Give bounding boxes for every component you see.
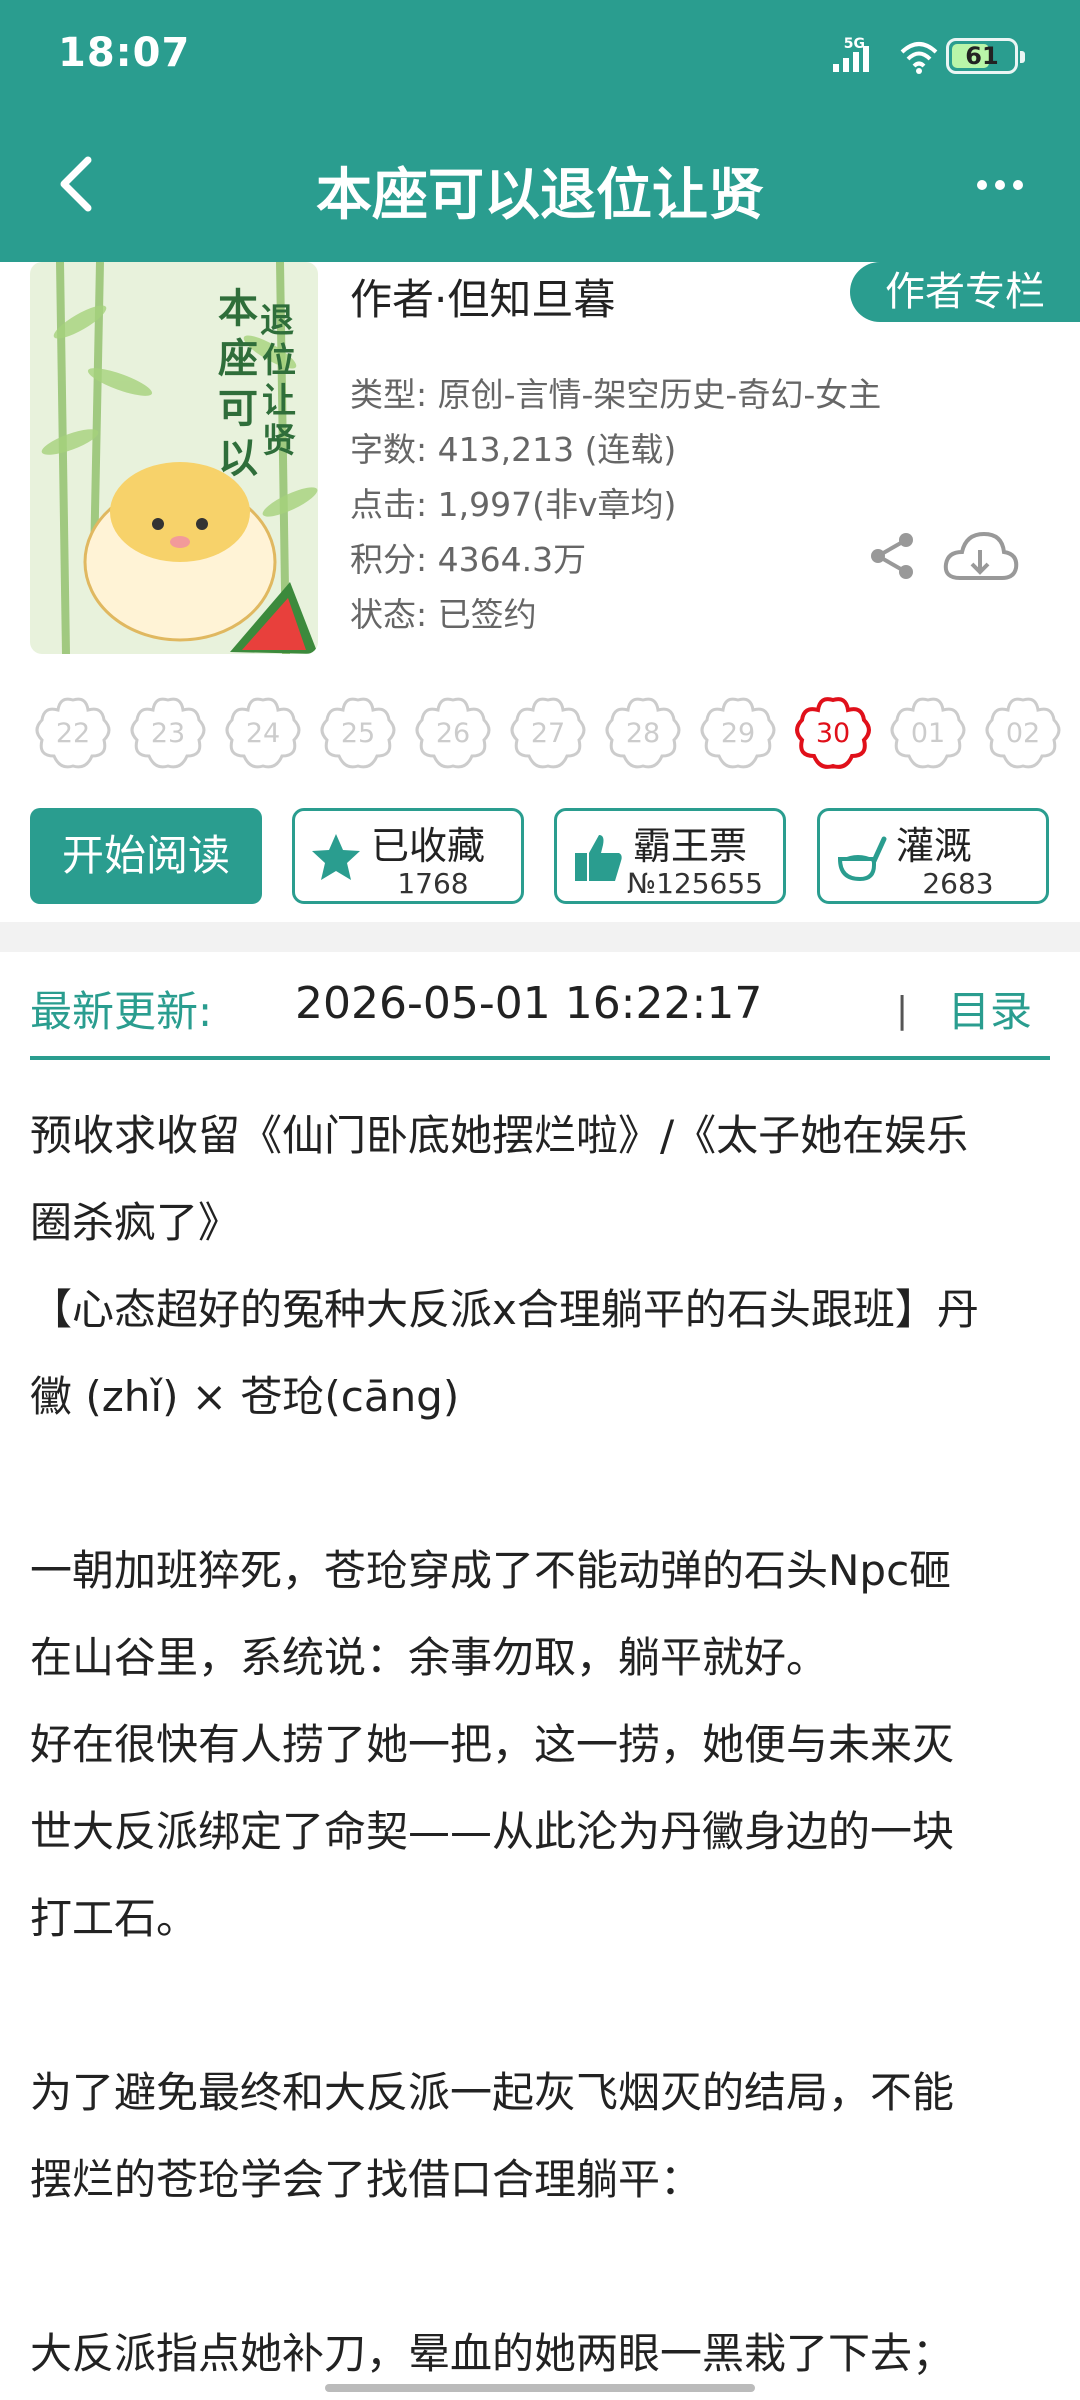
day-label: 25 <box>340 718 376 749</box>
meta-status: 状态: 已签约 <box>350 588 537 636</box>
share-icon[interactable] <box>868 530 916 582</box>
description-line: 预收求收留《仙门卧底她摆烂啦》/《太子她在娱乐 <box>30 1111 969 1160</box>
day-label: 22 <box>55 718 91 749</box>
description-blank <box>30 1440 1050 1527</box>
home-indicator[interactable] <box>325 2384 755 2392</box>
cover-title-char: 可 <box>218 385 258 432</box>
meta-word-count: 字数: 413,213 (连载) <box>350 423 676 471</box>
collect-label: 已收藏 <box>371 824 486 868</box>
signal-icon <box>833 46 869 72</box>
ticket-count: №125655 <box>626 867 763 900</box>
day-badge[interactable]: 02 <box>984 694 1062 774</box>
meta-value: 原创-言情-架空历史-奇幻-女主 <box>437 375 882 414</box>
cover-title-char: 座 <box>218 335 258 382</box>
more-button[interactable] <box>960 160 1040 210</box>
collect-count: 1768 <box>397 867 469 900</box>
meta-key: 点击: <box>350 485 438 524</box>
meta-value: 已签约 <box>437 595 537 634</box>
meta-clicks: 点击: 1,997(非v章均) <box>350 478 676 526</box>
section-divider <box>0 922 1080 952</box>
day-label: 24 <box>245 718 281 749</box>
start-reading-button[interactable]: 开始阅读 <box>30 808 262 904</box>
update-divider: | <box>896 990 909 1031</box>
update-underline <box>30 1056 1050 1060</box>
battery-text: 61 <box>965 42 999 70</box>
page-title: 本座可以退位让贤 <box>316 163 764 228</box>
collect-button[interactable]: 已收藏 1768 <box>292 808 524 904</box>
latest-update-label: 最新更新: <box>30 987 213 1036</box>
day-label: 23 <box>150 718 186 749</box>
author-name[interactable]: 作者·但知旦暮 <box>350 266 615 327</box>
cover-title-char: 以 <box>218 435 258 482</box>
author-column-button[interactable]: 作者专栏 <box>850 262 1080 322</box>
meta-value: 413,213 (连载) <box>437 430 677 469</box>
description-line: 黴 (zhǐ) × 苍玱(cāng) <box>30 1372 460 1421</box>
day-label: 26 <box>435 718 471 749</box>
day-badge[interactable]: 01 <box>889 694 967 774</box>
book-cover-image[interactable]: 本 退 座 位 可 让 以 贤 <box>30 262 318 654</box>
day-badge[interactable]: 24 <box>224 694 302 774</box>
more-dot <box>995 180 1005 190</box>
description-line: 好在很快有人捞了她一把，这一捞，她便与未来灭 <box>30 1720 955 1769</box>
meta-key: 类型: <box>350 375 438 414</box>
day-badge[interactable]: 28 <box>604 694 682 774</box>
day-badge[interactable]: 23 <box>129 694 207 774</box>
description-line: 为了避免最终和大反派一起灰飞烟灭的结局，不能 <box>30 2068 955 2117</box>
day-badge[interactable]: 22 <box>34 694 112 774</box>
table-of-contents-button[interactable]: 目录 <box>948 978 1032 1039</box>
cover-title-char: 退 <box>260 301 294 341</box>
day-badge[interactable]: 29 <box>699 694 777 774</box>
ticket-button[interactable]: 霸王票 №125655 <box>554 808 786 904</box>
battery-tip <box>1020 51 1025 63</box>
meta-key: 积分: <box>350 540 438 579</box>
cover-title-char: 贤 <box>262 421 296 461</box>
description-line: 摆烂的苍玱学会了找借口合理躺平： <box>30 2155 703 2204</box>
cloud-download-icon[interactable] <box>940 528 1020 588</box>
description-line: 在山谷里，系统说：余事勿取，躺平就好。 <box>30 1633 829 1682</box>
water-count: 2683 <box>922 867 994 900</box>
day-badge[interactable]: 27 <box>509 694 587 774</box>
day-label: 28 <box>625 718 661 749</box>
app-header: 18:07 5G 61 本座可以退位让贤 <box>0 0 1080 262</box>
day-selector: 22 23 24 25 26 27 28 29 30 01 02 <box>34 694 1080 774</box>
status-time: 18:07 <box>58 30 191 76</box>
description-line: 一朝加班猝死，苍玱穿成了不能动弹的石头Npc砸 <box>30 1546 952 1595</box>
latest-update-date[interactable]: 2026-05-01 16:22:17 <box>295 978 762 1029</box>
more-dot <box>977 180 987 190</box>
description-line: 【心态超好的冤种大反派x合理躺平的石头跟班】丹 <box>30 1285 979 1334</box>
day-badge-active[interactable]: 30 <box>794 694 872 774</box>
more-dot <box>1013 180 1023 190</box>
meta-key: 状态: <box>350 595 438 634</box>
status-bar: 18:07 5G 61 <box>0 0 1080 116</box>
day-label: 30 <box>815 718 851 749</box>
ticket-label: 霸王票 <box>633 824 748 868</box>
day-badge[interactable]: 26 <box>414 694 492 774</box>
meta-score: 积分: 4364.3万 <box>350 533 586 581</box>
description-line: 打工石。 <box>30 1894 199 1943</box>
meta-key: 字数: <box>350 430 438 469</box>
water-label: 灌溉 <box>896 824 973 868</box>
description-blank <box>30 2223 1050 2310</box>
day-label: 02 <box>1005 718 1041 749</box>
description-line: 圈杀疯了》 <box>30 1198 241 1247</box>
meta-value: 4364.3万 <box>437 540 587 579</box>
wifi-icon <box>900 42 938 74</box>
day-label: 29 <box>720 718 756 749</box>
water-button[interactable]: 灌溉 2683 <box>817 808 1049 904</box>
day-label: 27 <box>530 718 566 749</box>
day-badge[interactable]: 25 <box>319 694 397 774</box>
description-blank <box>30 1962 1050 2049</box>
book-description: 预收求收留《仙门卧底她摆烂啦》/《太子她在娱乐 圈杀疯了》 【心态超好的冤种大反… <box>30 1092 1050 2397</box>
meta-value: 1,997(非v章均) <box>437 485 677 524</box>
battery-icon: 61 <box>946 38 1025 74</box>
cover-title-char: 本 <box>218 285 258 332</box>
description-line: 世大反派绑定了命契——从此沦为丹黴身边的一块 <box>30 1807 955 1856</box>
cover-title-char: 位 <box>262 341 296 381</box>
day-label: 01 <box>910 718 946 749</box>
meta-genre: 类型: 原创-言情-架空历史-奇幻-女主 <box>350 368 881 416</box>
cover-title-char: 让 <box>262 381 296 421</box>
